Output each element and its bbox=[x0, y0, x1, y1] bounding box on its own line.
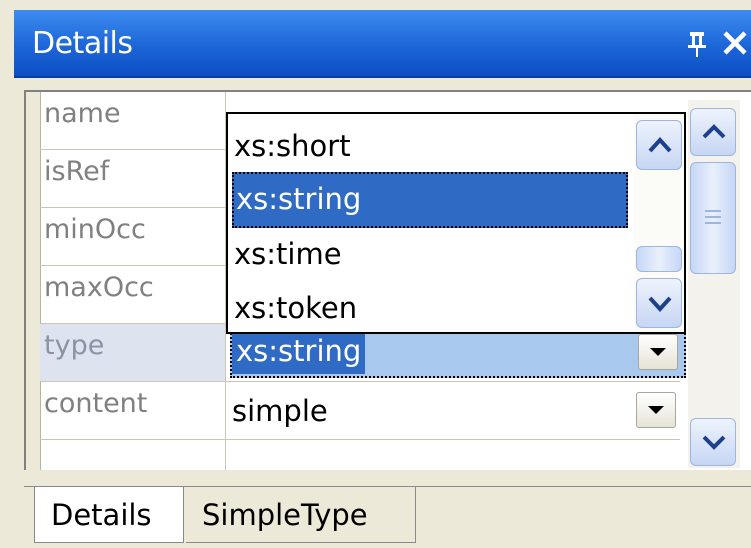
type-dropdown-list[interactable]: xs:short xs:string xs:time xs:token bbox=[226, 112, 686, 334]
chevron-down-icon bbox=[648, 296, 672, 312]
chevron-up-icon bbox=[702, 124, 726, 139]
dropdown-option[interactable]: xs:time bbox=[232, 226, 342, 282]
property-name-label: maxOcc bbox=[40, 266, 226, 323]
grip-icon bbox=[705, 210, 721, 224]
chevron-down-icon bbox=[648, 406, 664, 414]
chevron-down-icon bbox=[702, 435, 726, 450]
tab-details[interactable]: Details bbox=[34, 487, 184, 543]
dropdown-scroll-down-button[interactable] bbox=[636, 278, 682, 328]
property-name-label: isRef bbox=[40, 150, 226, 207]
scroll-thumb[interactable] bbox=[690, 162, 736, 274]
panel-title-bar: Details bbox=[14, 10, 751, 78]
content-dropdown-button[interactable] bbox=[636, 392, 676, 428]
grid-row-partial bbox=[40, 440, 680, 470]
property-name-label bbox=[40, 440, 226, 470]
dropdown-scrollbar[interactable] bbox=[634, 114, 684, 332]
dropdown-option[interactable]: xs:short bbox=[232, 118, 351, 174]
panel-title: Details bbox=[32, 26, 133, 61]
property-name-label: name bbox=[40, 92, 226, 149]
property-name-label: content bbox=[40, 382, 226, 439]
scroll-up-button[interactable] bbox=[690, 108, 736, 156]
pin-icon[interactable] bbox=[686, 30, 708, 58]
property-name-label: type bbox=[40, 324, 226, 381]
dropdown-option[interactable]: xs:token bbox=[232, 280, 357, 336]
chevron-up-icon bbox=[648, 137, 672, 153]
chevron-down-icon bbox=[650, 348, 666, 356]
dropdown-option-selected[interactable]: xs:string bbox=[232, 172, 628, 228]
scroll-down-button[interactable] bbox=[690, 418, 736, 466]
dropdown-scroll-up-button[interactable] bbox=[636, 120, 682, 170]
grid-row-content[interactable]: content simple bbox=[40, 382, 680, 440]
dropdown-scroll-thumb[interactable] bbox=[636, 246, 682, 272]
property-value[interactable]: simple bbox=[228, 382, 680, 439]
type-dropdown-button[interactable] bbox=[638, 334, 678, 370]
grid-scrollbar[interactable] bbox=[688, 100, 740, 468]
tab-simpletype[interactable]: SimpleType bbox=[186, 487, 416, 543]
tab-strip: Details SimpleType bbox=[24, 486, 751, 548]
grid-gutter bbox=[26, 92, 41, 470]
property-name-label: minOcc bbox=[40, 208, 226, 265]
close-icon[interactable] bbox=[722, 30, 748, 56]
type-combo-value: xs:string bbox=[232, 330, 366, 374]
